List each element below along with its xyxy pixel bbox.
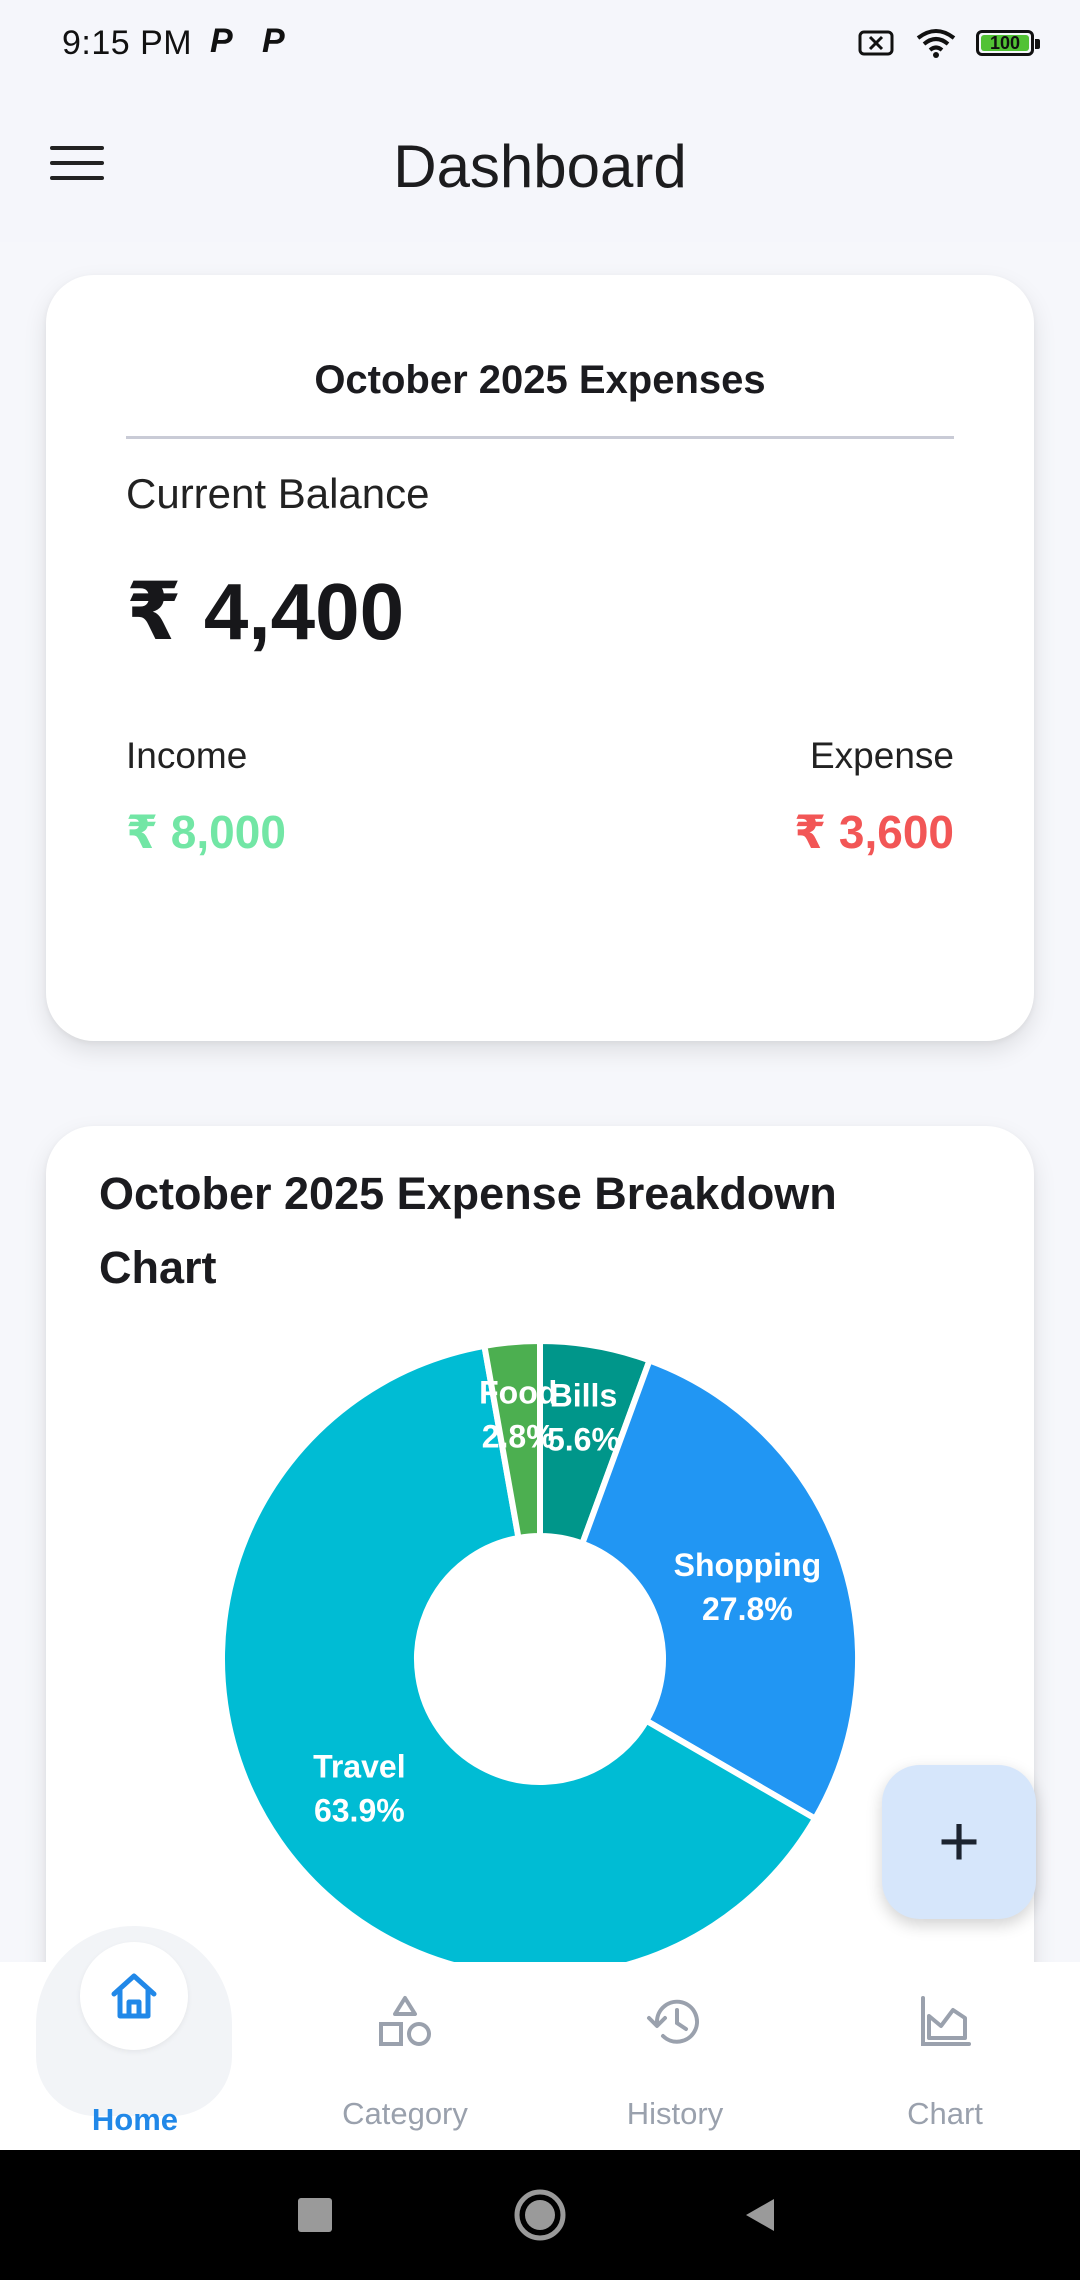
battery-level: 100 [989,32,1021,53]
pie-label-shopping: Shopping [674,1547,822,1583]
expense-value: ₹ 3,600 [794,806,954,858]
status-time: 9:15 PM [62,24,193,62]
area-chart-icon [921,1996,971,2046]
pie-percent-bills: 5.6% [547,1421,620,1457]
battery-icon: 100 [976,30,1040,56]
home-icon-circle [80,1942,188,2050]
battery-cap [1035,39,1040,49]
page-title: Dashboard [393,133,687,200]
pie-label-food: Food [479,1374,557,1410]
balance-value: ₹ 4,400 [126,567,405,656]
add-expense-button[interactable]: + [882,1765,1036,1919]
back-triangle-icon[interactable] [715,2150,805,2280]
pie-percent-travel: 63.9% [314,1792,405,1828]
income-value: ₹ 8,000 [126,806,286,858]
summary-title: October 2025 Expenses [314,358,766,402]
nav-label-history: History [626,2096,724,2131]
p-app-icon: P [262,22,285,60]
nav-item-history[interactable]: History [555,1962,795,2150]
income-label: Income [126,735,248,776]
nav-label-home: Home [91,2102,179,2137]
status-bar: 9:15 PM P P 100 [0,0,1080,96]
status-icons: 100 [858,28,1040,58]
shapes-icon [379,1996,431,2046]
pie-percent-food: 2.8% [482,1418,555,1454]
bottom-navigation: Home Category History Chart [0,1926,1080,2150]
pie-percent-shopping: 27.8% [702,1591,793,1627]
wifi-icon [916,29,956,58]
balance-label: Current Balance [126,470,430,517]
sim-error-icon [858,30,894,56]
home-icon [111,1973,157,2019]
recents-square-icon[interactable] [270,2150,360,2280]
summary-card: October 2025 Expenses Current Balance ₹ … [46,275,1034,1041]
pie-label-bills: Bills [550,1377,618,1413]
nav-item-home[interactable]: Home [15,1942,255,2150]
plus-icon: + [937,1802,981,1882]
system-navigation-bar [0,2150,1080,2280]
expense-label: Expense [810,735,954,776]
divider [126,436,954,439]
app-bar: Dashboard [0,96,1080,242]
nav-label-chart: Chart [907,2096,983,2131]
nav-label-category: Category [342,2096,468,2131]
nav-item-chart[interactable]: Chart [825,1962,1065,2150]
pie-label-travel: Travel [313,1748,406,1784]
p-app-icon: P [210,22,233,60]
history-icon [647,1999,699,2044]
nav-item-category[interactable]: Category [285,1962,525,2150]
home-circle-icon[interactable] [495,2150,585,2280]
